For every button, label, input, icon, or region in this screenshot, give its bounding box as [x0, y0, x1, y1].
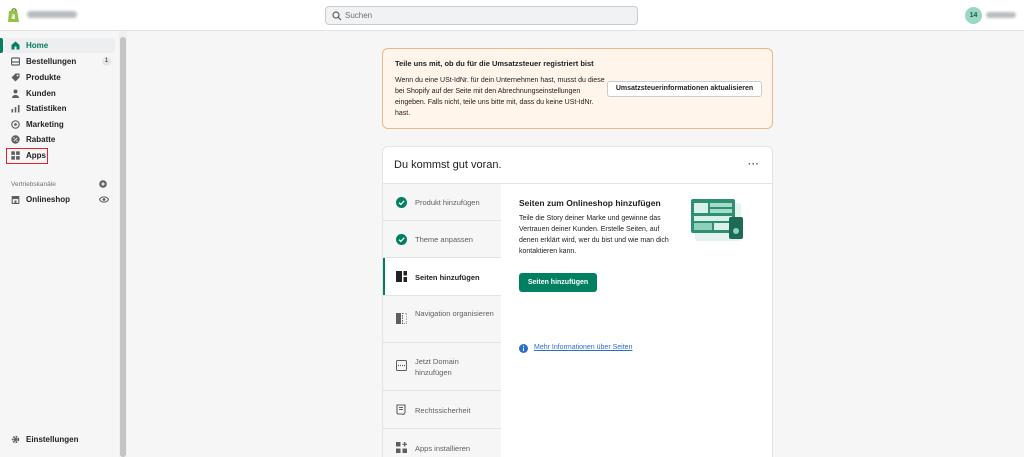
- check-circle-icon: [396, 234, 407, 245]
- search-bar[interactable]: [325, 6, 638, 25]
- check-circle-icon: [396, 197, 407, 208]
- step-domain-hinzufuegen[interactable]: Jetzt Domain hinzufügen: [383, 343, 501, 391]
- tag-icon: [11, 73, 20, 82]
- info-icon: [519, 344, 528, 353]
- step-label: Jetzt Domain hinzufügen: [415, 357, 459, 377]
- sidebar-item-label: Home: [26, 41, 49, 50]
- banner-title: Teile uns mit, ob du für die Umsatzsteue…: [395, 59, 594, 68]
- apps-add-icon: [396, 442, 407, 453]
- step-produkt-hinzufuegen[interactable]: Produkt hinzufügen: [383, 184, 501, 221]
- add-pages-button[interactable]: Seiten hinzufügen: [519, 273, 597, 292]
- update-vat-button[interactable]: Umsatzsteuerinformationen aktualisieren: [607, 81, 762, 97]
- scrollbar-thumb[interactable]: [120, 37, 126, 457]
- sidebar-item-produkte[interactable]: Produkte: [5, 70, 115, 85]
- sidebar-item-label: Rabatte: [26, 135, 56, 144]
- orders-count-badge: 1: [102, 57, 111, 66]
- step-label: Produkt hinzufügen: [415, 198, 480, 207]
- top-bar: 14: [0, 0, 1024, 31]
- add-channel-icon[interactable]: [99, 180, 107, 188]
- step-label: Seiten hinzufügen: [415, 273, 480, 282]
- step-navigation-organisieren[interactable]: Navigation organisieren: [383, 296, 501, 343]
- step-content-title: Seiten zum Onlineshop hinzufügen: [519, 198, 661, 208]
- eye-icon[interactable]: [99, 196, 109, 203]
- sidebar-item-label: Statistiken: [26, 104, 67, 113]
- step-theme-anpassen[interactable]: Theme anpassen: [383, 221, 501, 258]
- person-icon: [12, 89, 19, 98]
- store-icon: [11, 196, 20, 204]
- setup-steps-list: Produkt hinzufügen Theme anpassen Seiten…: [383, 184, 501, 457]
- sidebar-item-kunden[interactable]: Kunden: [5, 86, 115, 101]
- step-label: Theme anpassen: [415, 235, 473, 244]
- sidebar-item-onlineshop[interactable]: Onlineshop: [5, 192, 115, 207]
- sidebar-item-marketing[interactable]: Marketing: [5, 117, 115, 132]
- step-apps-installieren[interactable]: Apps installieren: [383, 429, 501, 457]
- step-seiten-hinzufuegen[interactable]: Seiten hinzufügen: [383, 258, 501, 296]
- sidebar-item-label: Einstellungen: [26, 435, 79, 444]
- legal-icon: [396, 404, 406, 415]
- sidebar-item-label: Onlineshop: [26, 195, 70, 204]
- step-rechtssicherheit[interactable]: Rechtssicherheit: [383, 391, 501, 429]
- card-title: Du kommst gut voran.: [394, 159, 502, 171]
- store-name[interactable]: [27, 11, 77, 18]
- step-content-text: Teile die Story deiner Marke und gewinne…: [519, 215, 669, 255]
- sidebar-item-label: Produkte: [26, 73, 61, 82]
- step-label: Navigation organisieren: [415, 309, 494, 318]
- sidebar-item-label: Marketing: [26, 120, 64, 129]
- bar-chart-icon: [11, 105, 20, 113]
- shopify-logo-icon[interactable]: [7, 7, 21, 23]
- more-actions-button[interactable]: ···: [748, 159, 760, 170]
- domain-icon: [396, 360, 407, 371]
- pages-icon: [396, 271, 407, 282]
- navigation-icon: [396, 313, 407, 324]
- sales-channels-heading: Vertriebskanäle: [11, 181, 56, 188]
- search-input[interactable]: [345, 9, 630, 22]
- step-label: Apps installieren: [415, 444, 471, 453]
- banner-text: Wenn du eine USt-IdNr. für dein Unterneh…: [395, 77, 605, 117]
- sidebar-item-statistiken[interactable]: Statistiken: [5, 101, 115, 116]
- home-icon: [11, 41, 20, 50]
- sidebar-item-rabatte[interactable]: Rabatte: [5, 132, 115, 147]
- target-icon: [11, 120, 20, 129]
- search-icon: [332, 11, 342, 21]
- sidebar-item-einstellungen[interactable]: Einstellungen: [5, 432, 115, 447]
- sidebar-item-label: Bestellungen: [26, 57, 77, 66]
- active-indicator: [0, 38, 3, 53]
- vat-banner: Teile uns mit, ob du für die Umsatzsteue…: [382, 48, 773, 129]
- pages-illustration: [691, 199, 743, 241]
- sidebar-item-home[interactable]: Home: [5, 38, 115, 53]
- step-label: Rechtssicherheit: [415, 406, 471, 415]
- gear-icon: [11, 435, 20, 444]
- orders-icon: [11, 57, 20, 66]
- more-info-pages-link[interactable]: Mehr Informationen über Seiten: [534, 344, 632, 351]
- apps-highlight-box: [6, 148, 48, 164]
- discount-icon: [11, 135, 20, 144]
- sidebar-scrollbar[interactable]: [119, 31, 127, 457]
- setup-guide-card: Du kommst gut voran. ··· Produkt hinzufü…: [382, 146, 773, 457]
- user-name[interactable]: [986, 12, 1016, 18]
- avatar[interactable]: 14: [965, 7, 982, 24]
- sidebar-item-bestellungen[interactable]: Bestellungen 1: [5, 54, 115, 69]
- sidebar-item-label: Kunden: [26, 89, 56, 98]
